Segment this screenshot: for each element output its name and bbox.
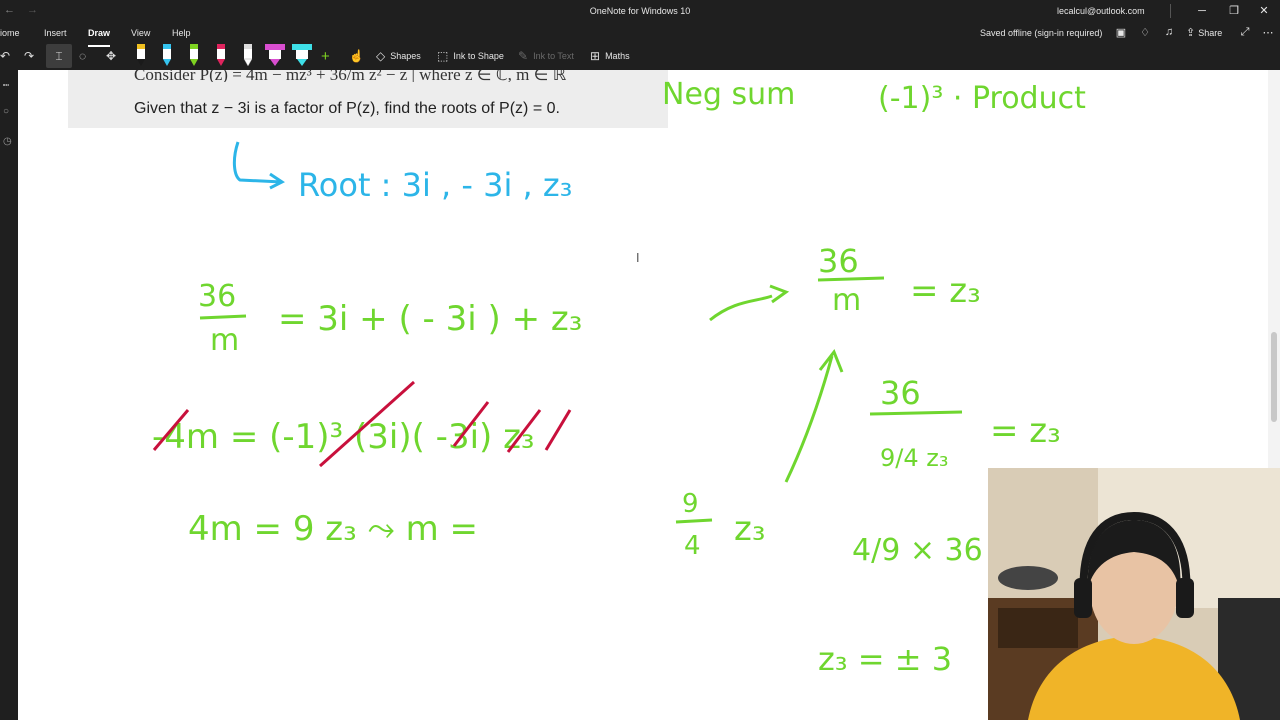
pen-black-icon <box>137 44 145 66</box>
pen-black[interactable] <box>133 42 149 68</box>
close-button[interactable]: ✕ <box>1252 2 1276 20</box>
lasso-icon: ◌ <box>79 49 87 63</box>
question-scan: Consider P(z) = 4m − mz³ + 36/m z² − z |… <box>68 70 668 128</box>
lasso-button[interactable]: ◌ <box>79 44 93 68</box>
tab-insert[interactable]: Insert <box>44 28 67 44</box>
ink-to-text-button[interactable]: ✎ Ink to Text <box>518 44 574 68</box>
pen-blue[interactable] <box>159 42 175 68</box>
sync-status: Saved offline (sign-in required) <box>980 28 1103 38</box>
shapes-button[interactable]: ◇ Shapes <box>376 44 421 68</box>
search-icon[interactable]: ○ <box>3 106 9 117</box>
add-space-icon: ✥ <box>106 49 117 63</box>
minimize-button[interactable]: ─ <box>1190 2 1214 20</box>
question-text: Given that z − 3i is a factor of P(z), f… <box>134 100 560 117</box>
highlighter-cyan-icon <box>292 44 312 66</box>
pen-green[interactable] <box>186 42 202 68</box>
maths-button[interactable]: ⊞ Maths <box>590 44 630 68</box>
touch-draw-icon: ☝ <box>349 49 364 63</box>
lightbulb-icon[interactable]: ♢ <box>1137 26 1153 40</box>
add-pen-button[interactable]: + <box>321 44 335 68</box>
webcam-overlay <box>988 468 1280 720</box>
scrollbar-thumb[interactable] <box>1271 332 1277 422</box>
pen-white-icon <box>243 44 253 67</box>
pen-red[interactable] <box>213 42 229 68</box>
share-button[interactable]: ⇪ Share <box>1186 26 1226 40</box>
restore-button[interactable]: ❐ <box>1222 2 1246 20</box>
ink-to-text-icon: ✎ <box>518 49 529 63</box>
highlighter-cyan[interactable] <box>291 42 313 68</box>
account-email[interactable]: lecalcul@outlook.com <box>1057 6 1145 16</box>
pen-white[interactable] <box>240 42 256 68</box>
ink-to-shape-icon: ⬚ <box>437 49 449 63</box>
pen-red-icon <box>217 44 225 66</box>
share-label: Share <box>1198 28 1223 38</box>
undo-button[interactable]: ↶ <box>0 44 14 68</box>
tab-draw[interactable]: Draw <box>88 28 111 47</box>
titlebar-divider <box>1170 4 1171 18</box>
notebook-icon[interactable]: ▣ <box>1113 26 1129 40</box>
left-nav: ⑉ ○ ◷ <box>0 70 18 720</box>
plus-icon: + <box>321 47 330 65</box>
shapes-icon: ◇ <box>376 49 386 63</box>
ink-to-text-label: Ink to Text <box>533 51 574 61</box>
pen-blue-icon <box>163 44 171 66</box>
highlighter-magenta[interactable] <box>264 42 286 68</box>
highlighter-magenta-icon <box>265 44 285 66</box>
ribbon: iome Insert Draw View Help Saved offline… <box>0 22 1280 70</box>
undo-icon: ↶ <box>0 49 11 63</box>
ink-to-shape-label: Ink to Shape <box>453 51 504 61</box>
expand-icon[interactable]: ⤢ <box>1237 26 1253 40</box>
select-text-icon: ⌶ <box>55 48 63 63</box>
shapes-label: Shapes <box>390 51 421 61</box>
maths-icon: ⊞ <box>590 49 601 63</box>
add-space-button[interactable]: ✥ <box>106 44 120 68</box>
pen-green-icon <box>190 44 198 66</box>
redo-icon: ↷ <box>24 49 35 63</box>
title-bar: ← → OneNote for Windows 10 lecalcul@outl… <box>0 0 1280 22</box>
notebooks-icon[interactable]: ⑉ <box>3 78 9 89</box>
ink-to-shape-button[interactable]: ⬚ Ink to Shape <box>437 44 504 68</box>
type-select-button[interactable]: ⌶ <box>46 44 72 68</box>
more-options-icon[interactable]: ⋯ <box>1260 26 1276 40</box>
recent-icon[interactable]: ◷ <box>3 136 12 147</box>
webcam-scene <box>988 468 1280 720</box>
tab-home[interactable]: iome <box>0 28 20 44</box>
bell-icon[interactable]: ♫ <box>1161 26 1177 40</box>
touch-draw-button[interactable]: ☝ <box>349 44 364 68</box>
maths-label: Maths <box>605 51 630 61</box>
question-top-line: Consider P(z) = 4m − mz³ + 36/m z² − z |… <box>134 70 567 82</box>
redo-button[interactable]: ↷ <box>24 44 38 68</box>
